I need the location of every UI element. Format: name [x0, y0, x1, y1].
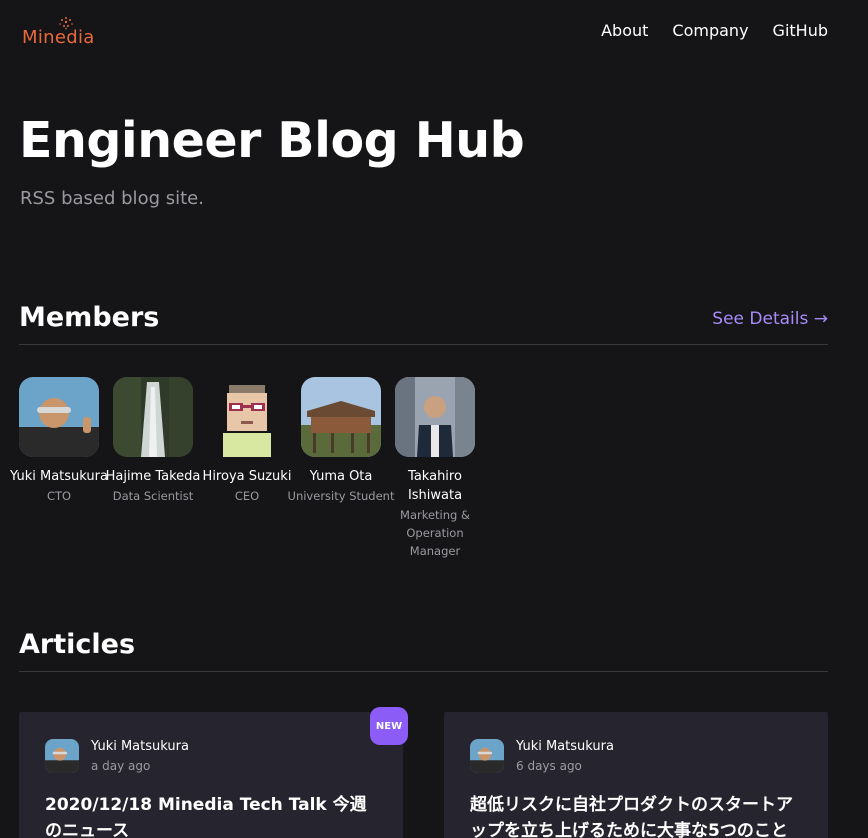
member-avatar	[113, 377, 193, 457]
member-name: Takahiro Ishiwata	[407, 469, 463, 503]
member-avatar	[395, 377, 475, 457]
member-avatar	[19, 377, 99, 457]
member-role: CTO	[46, 489, 72, 503]
author-avatar	[45, 739, 79, 773]
article-date: 6 days ago	[516, 759, 582, 773]
members-heading: Members	[19, 302, 160, 333]
site-header: Minedia About Company GitHub	[0, 0, 868, 62]
member-avatar	[207, 377, 287, 457]
article-author: Yuki Matsukura	[516, 739, 614, 754]
member-name: Hiroya Suzuki	[202, 469, 292, 484]
member-role: Marketing & Operation Manager	[400, 508, 470, 558]
article-date: a day ago	[91, 759, 151, 773]
nav-company[interactable]: Company	[672, 21, 748, 40]
article-title[interactable]: 超低リスクに自社プロダクトのスタートアップを立ち上げるために大事な5つのこと	[470, 792, 800, 838]
page-title: Engineer Blog Hub	[19, 112, 525, 169]
member-role: CEO	[234, 489, 260, 503]
members-divider	[19, 344, 828, 345]
member-role: Data Scientist	[112, 489, 194, 503]
page-subtitle: RSS based blog site.	[20, 188, 204, 209]
articles-heading: Articles	[19, 629, 136, 660]
member-name: Yuma Ota	[309, 469, 373, 484]
member-card[interactable]: Takahiro Ishiwata Marketing & Operation …	[381, 377, 489, 560]
article-author: Yuki Matsukura	[91, 739, 189, 754]
members-list: Yuki Matsukura CTO Hajime Takeda Data Sc…	[10, 377, 489, 560]
logo-text: Minedia	[22, 27, 95, 48]
member-name: Hajime Takeda	[105, 469, 201, 484]
article-card[interactable]: Yuki Matsukura 6 days ago 超低リスクに自社プロダクトの…	[444, 712, 828, 838]
main-nav: About Company GitHub	[601, 21, 828, 40]
see-details-link[interactable]: See Details →	[712, 309, 828, 329]
member-card[interactable]: Yuki Matsukura CTO	[5, 377, 113, 560]
nav-about[interactable]: About	[601, 21, 648, 40]
member-card[interactable]: Hajime Takeda Data Scientist	[99, 377, 207, 560]
member-card[interactable]: Yuma Ota University Student	[287, 377, 395, 560]
article-card[interactable]: Yuki Matsukura a day ago 2020/12/18 Mine…	[19, 712, 403, 838]
member-card[interactable]: Hiroya Suzuki CEO	[193, 377, 301, 560]
author-avatar	[470, 739, 504, 773]
member-name: Yuki Matsukura	[10, 469, 108, 484]
article-title[interactable]: 2020/12/18 Minedia Tech Talk 今週のニュース	[45, 792, 375, 838]
member-avatar	[301, 377, 381, 457]
new-badge: NEW	[370, 707, 408, 745]
articles-divider	[19, 671, 828, 672]
minedia-logo[interactable]: Minedia	[22, 16, 106, 48]
nav-github[interactable]: GitHub	[773, 21, 828, 40]
member-role: University Student	[287, 489, 395, 503]
